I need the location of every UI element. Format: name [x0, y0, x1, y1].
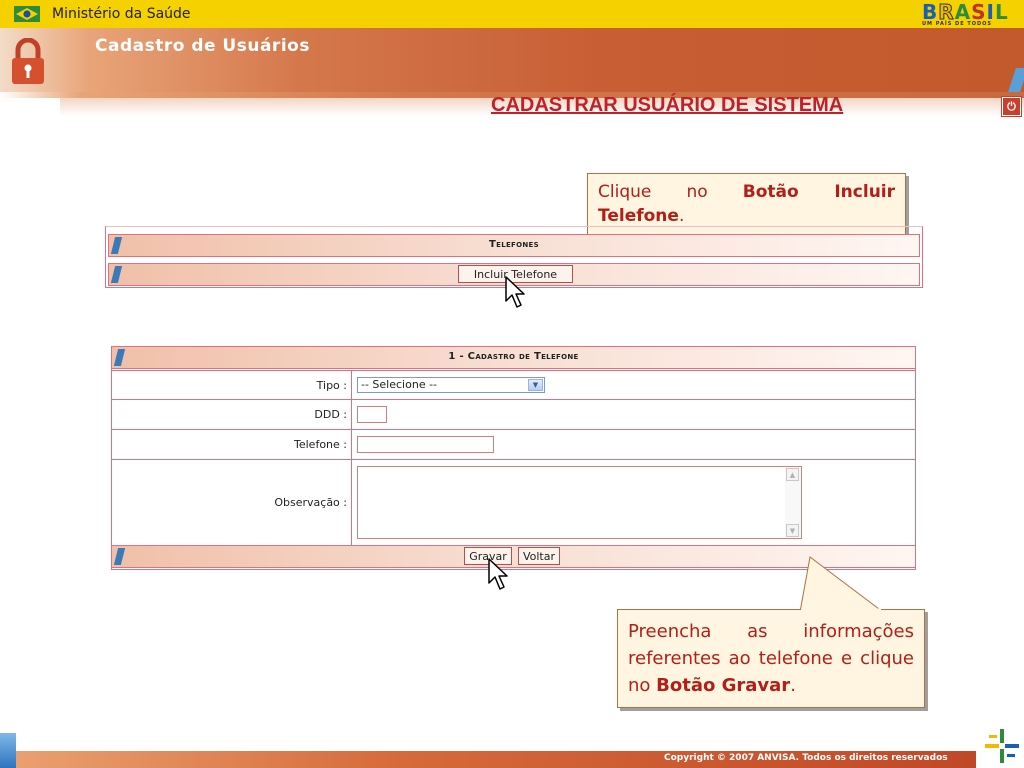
callout-gravar: Preencha as informações referentes ao te… [617, 609, 925, 708]
callout-bold: Botão Gravar [656, 675, 791, 696]
tipo-selected: -- Selecione -- [361, 378, 438, 391]
ddd-row: DDD : [112, 399, 915, 430]
scroll-up-icon[interactable]: ▲ [786, 468, 799, 481]
observacao-textarea[interactable]: ▲ ▼ [357, 466, 802, 539]
flag-icon [14, 6, 40, 22]
ddd-label: DDD : [112, 400, 352, 430]
tipo-select[interactable]: -- Selecione -- ▼ [357, 377, 545, 393]
tipo-row: Tipo : -- Selecione -- ▼ [112, 370, 915, 400]
form-title: 1 - Cadastro de Telefone [448, 351, 579, 362]
telefones-title: Telefones [489, 239, 539, 250]
footer-accent [0, 733, 16, 768]
copyright-text: Copyright © 2007 ANVISA. Todos os direit… [664, 753, 948, 763]
telefones-header: Telefones [108, 234, 920, 257]
cursor-icon [505, 276, 525, 308]
dropdown-arrow-icon[interactable]: ▼ [528, 379, 543, 391]
section-title: Cadastro de Usuários [95, 36, 310, 56]
cadastro-telefone-form: 1 - Cadastro de Telefone Tipo : -- Selec… [111, 346, 916, 570]
observacao-scrollbar[interactable]: ▲ ▼ [785, 467, 801, 538]
ddd-input[interactable] [357, 406, 387, 423]
power-icon[interactable]: ⏻ [1002, 97, 1021, 116]
top-bar: Ministério da Saúde BRASIL UM PAÍS DE TO… [0, 0, 1024, 28]
observacao-label: Observação : [112, 460, 352, 546]
telefone-label: Telefone : [112, 430, 352, 460]
brasil-logo: BRASIL UM PAÍS DE TODOS [922, 0, 1009, 28]
form-header: 1 - Cadastro de Telefone [111, 346, 916, 369]
telefone-row: Telefone : [112, 429, 915, 460]
cursor-icon [488, 558, 508, 590]
ministry-name: Ministério da Saúde [52, 6, 191, 22]
scroll-down-icon[interactable]: ▼ [786, 524, 799, 537]
telefone-input[interactable] [357, 436, 494, 453]
page-heading[interactable]: CADASTRAR USUÁRIO DE SISTEMA [491, 94, 843, 117]
anvisa-logo-icon [985, 729, 1019, 763]
observacao-row: Observação : ▲ ▼ [112, 459, 915, 546]
voltar-button[interactable]: Voltar [518, 547, 560, 565]
form-footer: Gravar Voltar [111, 545, 916, 568]
lock-icon [12, 38, 44, 84]
callout-text: Clique no [598, 182, 743, 202]
tipo-label: Tipo : [112, 371, 352, 400]
